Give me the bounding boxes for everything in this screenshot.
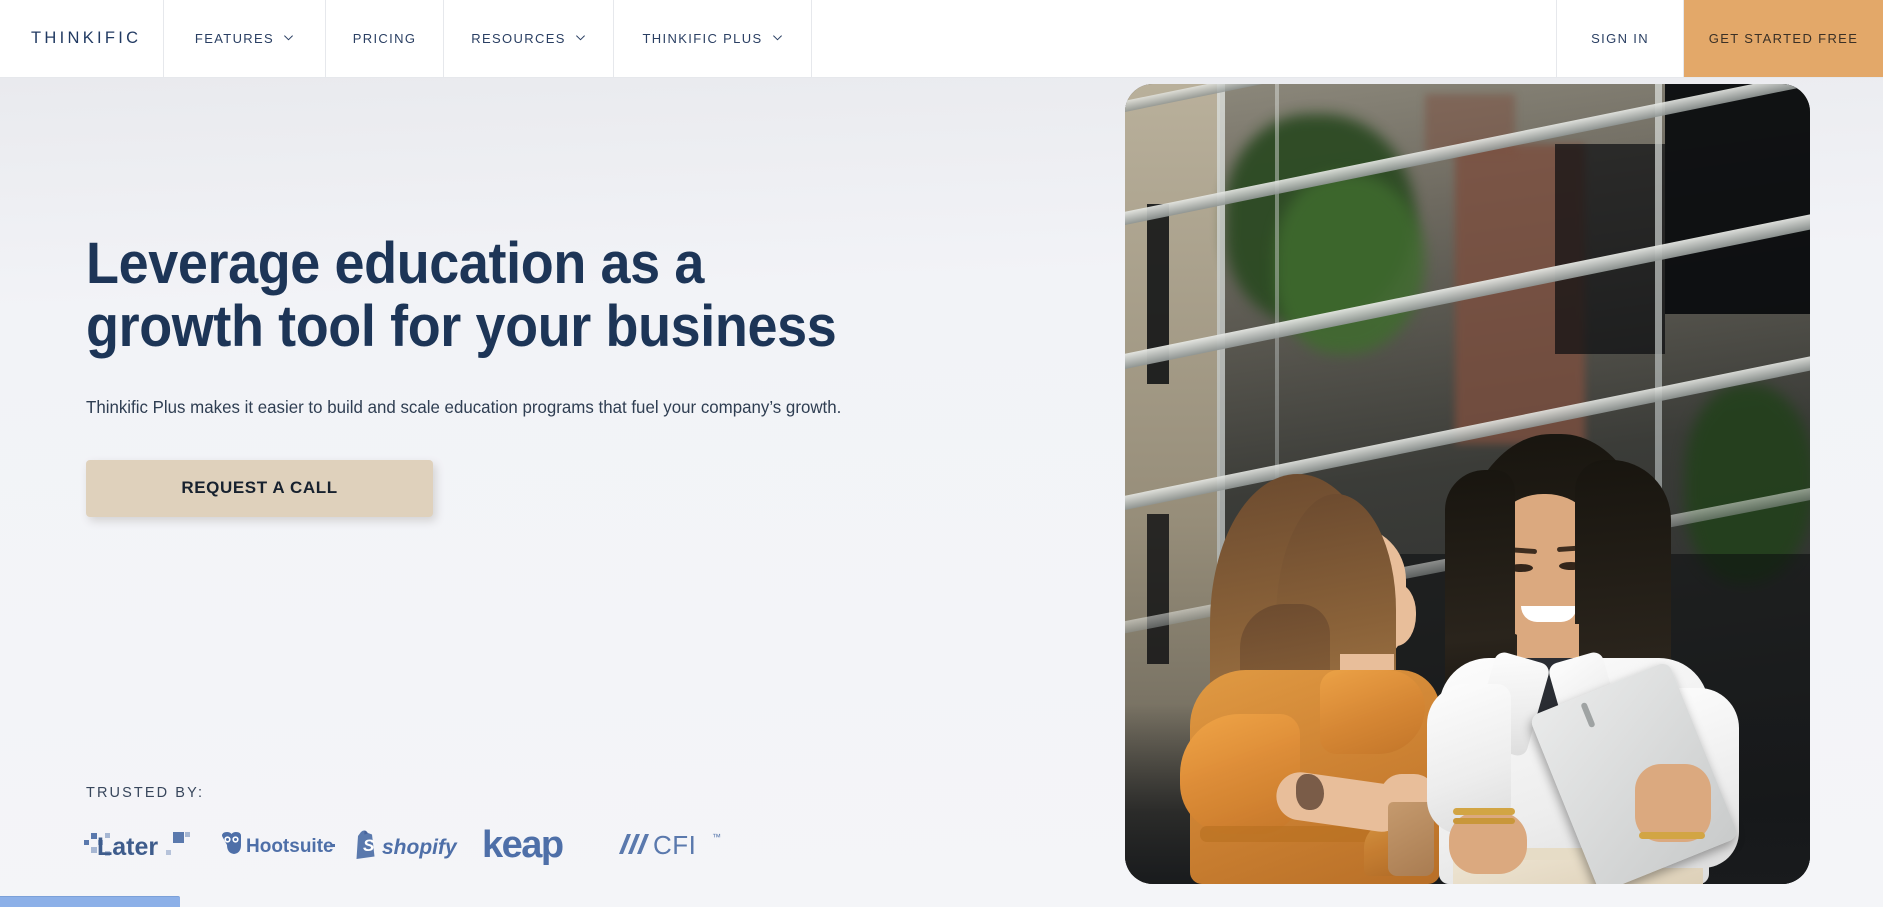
nav-item-features-label: FEATURES [194,31,275,46]
request-a-call-button[interactable]: REQUEST A CALL [86,459,433,517]
sign-in-link[interactable]: SIGN IN [1557,0,1684,77]
hero-subtitle: Thinkific Plus makes it easier to build … [86,397,842,418]
svg-text:Hootsuite: Hootsuite [246,836,334,857]
tattoo [1296,774,1324,810]
shopify-logo: S shopify [351,822,482,868]
window-dark-right [1665,84,1810,314]
hand [1635,764,1711,842]
keap-logo: keap [482,822,615,868]
svg-text:CFI: CFI [653,830,696,860]
chevron-down-icon [575,32,586,43]
hero-image [1125,84,1810,884]
hero-cta-wrapper: REQUEST A CALL [86,459,956,517]
page-title: Leverage education as a growth tool for … [86,231,837,359]
chevron-down-icon [283,32,294,43]
nav-item-pricing[interactable]: PRICING [326,0,444,77]
chevron-down-icon [772,32,783,43]
svg-text:keap: keap [482,824,563,866]
hootsuite-logo: Hootsuite [218,822,351,868]
top-navigation-bar: THINKIFIC FEATURES PRICING RESOURCES THI… [0,0,1883,78]
bracelet [1639,832,1705,839]
cfi-logo: CFI ™ [615,822,735,868]
nav-item-resources-label: RESOURCES [471,31,566,46]
cfi-trademark: ™ [712,832,721,842]
nav-item-thinkific-plus-label: THINKIFIC PLUS [642,31,763,46]
brand-logo[interactable]: THINKIFIC [0,0,164,77]
nav-item-features[interactable]: FEATURES [164,0,326,77]
svg-text:Later: Later [97,833,158,861]
nav-item-pricing-label: PRICING [352,31,417,46]
sign-in-label: SIGN IN [1591,31,1649,46]
person-right [1425,434,1785,884]
hero-section: Leverage education as a growth tool for … [0,78,1883,907]
nav-item-resources[interactable]: RESOURCES [444,0,614,77]
later-logo: Later [84,822,218,868]
svg-text:S: S [363,836,375,855]
nav-spacer [812,0,1558,77]
get-started-free-button[interactable]: GET STARTED FREE [1684,0,1883,77]
window-dark-left-2 [1147,514,1169,664]
svg-text:shopify: shopify [382,836,458,859]
mouth [1521,606,1577,622]
nav-item-thinkific-plus[interactable]: THINKIFIC PLUS [614,0,812,77]
bracelet [1453,808,1515,815]
scroll-progress-bar[interactable] [0,896,180,907]
brand-logo-text: THINKIFIC [31,29,142,47]
hero-copy-block: Leverage education as a growth tool for … [86,231,956,517]
dress-collar [1320,670,1425,754]
bracelet [1453,818,1515,824]
get-started-free-label: GET STARTED FREE [1708,31,1859,46]
trusted-by-logo-row: Later Hootsuite S shopify keap CFI ™ [84,822,735,868]
trusted-by-label: TRUSTED BY: [86,785,205,801]
dress-sleeve [1180,714,1300,834]
